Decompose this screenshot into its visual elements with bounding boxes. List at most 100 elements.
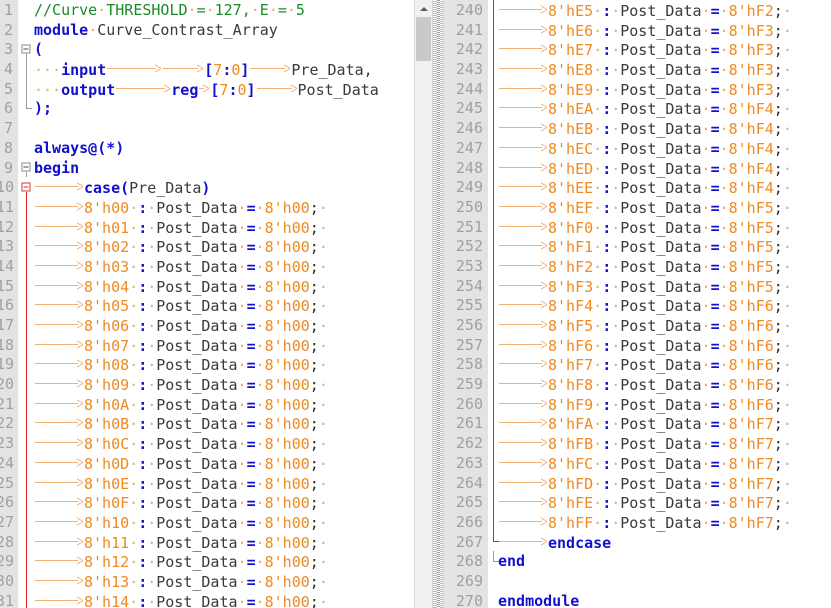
code-line[interactable]: 8'h12·:·Post_Data·=·8'h00;· bbox=[34, 552, 414, 572]
code-line[interactable]: 8'hEA·:·Post_Data·=·8'hF4;· bbox=[498, 99, 831, 119]
fold-toggle-icon[interactable] bbox=[21, 182, 31, 192]
code-line[interactable]: 8'h0D·:·Post_Data·=·8'h00;· bbox=[34, 454, 414, 474]
code-line[interactable]: 8'hFE·:·Post_Data·=·8'hF7;· bbox=[498, 493, 831, 513]
code-line[interactable]: 8'hE9·:·Post_Data·=·8'hF3;· bbox=[498, 80, 831, 100]
code-line[interactable]: 8'hEC·:·Post_Data·=·8'hF4;· bbox=[498, 139, 831, 159]
fold-cell[interactable] bbox=[18, 295, 34, 315]
fold-cell[interactable] bbox=[488, 452, 498, 473]
code-line[interactable]: 8'hF3·:·Post_Data·=·8'hF5;· bbox=[498, 277, 831, 297]
fold-cell[interactable] bbox=[488, 472, 498, 493]
code-pane-right[interactable]: 240 241 242 243 244 245 246 247 248 249 250 251 252 2… bbox=[444, 0, 831, 608]
code-line[interactable]: 8'h09·:·Post_Data·=·8'h00;· bbox=[34, 375, 414, 395]
code-line[interactable]: 8'h05·:·Post_Data·=·8'h00;· bbox=[34, 296, 414, 316]
fold-cell[interactable] bbox=[18, 354, 34, 375]
code-line[interactable]: 8'h04·:·Post_Data·=·8'h00;· bbox=[34, 277, 414, 297]
code-line[interactable]: 8'h10·:·Post_Data·=·8'h00;· bbox=[34, 513, 414, 533]
code-line[interactable]: 8'h02·:·Post_Data·=·8'h00;· bbox=[34, 237, 414, 257]
fold-cell[interactable] bbox=[488, 98, 498, 119]
code-text-right[interactable]: 8'hE5·:·Post_Data·=·8'hF2;· 8'hE6·:·Post_… bbox=[498, 0, 831, 608]
code-line[interactable]: 8'hF7·:·Post_Data·=·8'hF6;· bbox=[498, 355, 831, 375]
code-line[interactable]: 8'h0E·:·Post_Data·=·8'h00;· bbox=[34, 474, 414, 494]
fold-cell[interactable] bbox=[488, 295, 498, 315]
code-line[interactable]: 8'hED·:·Post_Data·=·8'hF4;· bbox=[498, 159, 831, 179]
fold-cell[interactable] bbox=[488, 19, 498, 40]
fold-cell[interactable] bbox=[18, 59, 34, 79]
fold-cell[interactable] bbox=[488, 531, 499, 552]
code-line[interactable]: 8'h0A·:·Post_Data·=·8'h00;· bbox=[34, 395, 414, 415]
code-line[interactable]: 8'hF1·:·Post_Data·=·8'hF5;· bbox=[498, 237, 831, 257]
fold-cell[interactable] bbox=[18, 255, 34, 276]
fold-cell[interactable] bbox=[18, 413, 34, 434]
fold-cell[interactable] bbox=[18, 98, 34, 118]
fold-cell[interactable] bbox=[18, 511, 34, 532]
code-line[interactable]: ( bbox=[34, 40, 414, 60]
code-line[interactable]: 8'hF5·:·Post_Data·=·8'hF6;· bbox=[498, 316, 831, 336]
code-line[interactable]: 8'h01·:·Post_Data·=·8'h00;· bbox=[34, 218, 414, 238]
code-line[interactable]: ); bbox=[34, 99, 414, 119]
fold-cell[interactable] bbox=[18, 236, 34, 256]
fold-cell[interactable] bbox=[488, 78, 498, 99]
code-line[interactable]: always@(*) bbox=[34, 139, 414, 159]
code-line[interactable]: begin bbox=[34, 159, 414, 179]
code-line[interactable]: case(Pre_Data) bbox=[34, 178, 414, 198]
fold-cell[interactable] bbox=[488, 275, 498, 296]
code-line[interactable]: 8'hF0·:·Post_Data·=·8'hF5;· bbox=[498, 218, 831, 238]
fold-cell[interactable] bbox=[488, 433, 498, 453]
code-line[interactable]: 8'h08·:·Post_Data·=·8'h00;· bbox=[34, 355, 414, 375]
fold-cell[interactable] bbox=[18, 138, 34, 158]
fold-cell[interactable] bbox=[488, 591, 498, 608]
scrollbar-thumb[interactable] bbox=[416, 17, 431, 61]
fold-column-right[interactable] bbox=[488, 0, 499, 608]
fold-cell[interactable] bbox=[488, 59, 498, 79]
code-line[interactable]: 8'hE5·:·Post_Data·=·8'hF2;· bbox=[498, 1, 831, 21]
fold-cell[interactable] bbox=[488, 413, 498, 434]
fold-cell[interactable] bbox=[18, 0, 34, 20]
fold-cell[interactable] bbox=[18, 196, 34, 217]
fold-cell[interactable] bbox=[488, 137, 498, 158]
code-line[interactable]: end bbox=[498, 552, 831, 572]
code-line[interactable]: 8'hE8·:·Post_Data·=·8'hF3;· bbox=[498, 60, 831, 80]
code-line[interactable]: 8'hF6·:·Post_Data·=·8'hF6;· bbox=[498, 336, 831, 356]
code-line[interactable]: endcase bbox=[498, 533, 831, 553]
pane-splitter[interactable] bbox=[432, 0, 444, 608]
code-line[interactable]: 8'h07·:·Post_Data·=·8'h00;· bbox=[34, 336, 414, 356]
fold-cell[interactable] bbox=[18, 275, 34, 296]
code-line[interactable]: 8'hFB·:·Post_Data·=·8'hF7;· bbox=[498, 434, 831, 454]
fold-cell[interactable] bbox=[18, 570, 34, 591]
fold-cell[interactable] bbox=[18, 315, 34, 335]
fold-cell[interactable] bbox=[18, 334, 34, 355]
fold-cell[interactable] bbox=[18, 39, 34, 60]
fold-cell[interactable] bbox=[488, 39, 498, 60]
code-line[interactable]: 8'hF9·:·Post_Data·=·8'hF6;· bbox=[498, 395, 831, 415]
code-line[interactable]: 8'h03·:·Post_Data·=·8'h00;· bbox=[34, 257, 414, 277]
fold-cell[interactable] bbox=[488, 118, 498, 138]
fold-cell[interactable] bbox=[488, 492, 498, 512]
code-line[interactable]: 8'hF4·:·Post_Data·=·8'hF6;· bbox=[498, 296, 831, 316]
vertical-scrollbar[interactable] bbox=[414, 0, 432, 608]
fold-cell[interactable] bbox=[18, 78, 34, 99]
scroll-up-button[interactable] bbox=[415, 0, 432, 17]
fold-cell[interactable] bbox=[18, 531, 34, 552]
fold-cell[interactable] bbox=[488, 315, 498, 335]
fold-cell[interactable] bbox=[488, 0, 498, 20]
fold-cell[interactable] bbox=[18, 20, 34, 40]
code-line[interactable]: 8'hE7·:·Post_Data·=·8'hF3;· bbox=[498, 40, 831, 60]
fold-cell[interactable] bbox=[18, 177, 34, 197]
fold-cell[interactable] bbox=[488, 236, 498, 256]
code-line[interactable]: 8'h11·:·Post_Data·=·8'h00;· bbox=[34, 533, 414, 553]
fold-cell[interactable] bbox=[18, 393, 34, 414]
code-line[interactable]: ···input [7:0] Pre_Data, bbox=[34, 60, 414, 80]
fold-cell[interactable] bbox=[488, 216, 498, 237]
code-line[interactable]: 8'h06·:·Post_Data·=·8'h00;· bbox=[34, 316, 414, 336]
code-line[interactable]: 8'hEF·:·Post_Data·=·8'hF5;· bbox=[498, 198, 831, 218]
fold-cell[interactable] bbox=[488, 374, 498, 394]
fold-cell[interactable] bbox=[488, 354, 498, 375]
code-line[interactable]: 8'h14·:·Post_Data·=·8'h00;· bbox=[34, 592, 414, 608]
fold-cell[interactable] bbox=[488, 571, 498, 591]
code-line[interactable]: 8'h13·:·Post_Data·=·8'h00;· bbox=[34, 572, 414, 592]
fold-cell[interactable] bbox=[488, 393, 498, 414]
code-line[interactable]: //Curve·THRESHOLD·=·127,·E·=·5 bbox=[34, 1, 414, 21]
fold-cell[interactable] bbox=[18, 551, 34, 571]
code-line[interactable]: 8'hFF·:·Post_Data·=·8'hF7;· bbox=[498, 513, 831, 533]
code-line[interactable] bbox=[34, 119, 414, 139]
